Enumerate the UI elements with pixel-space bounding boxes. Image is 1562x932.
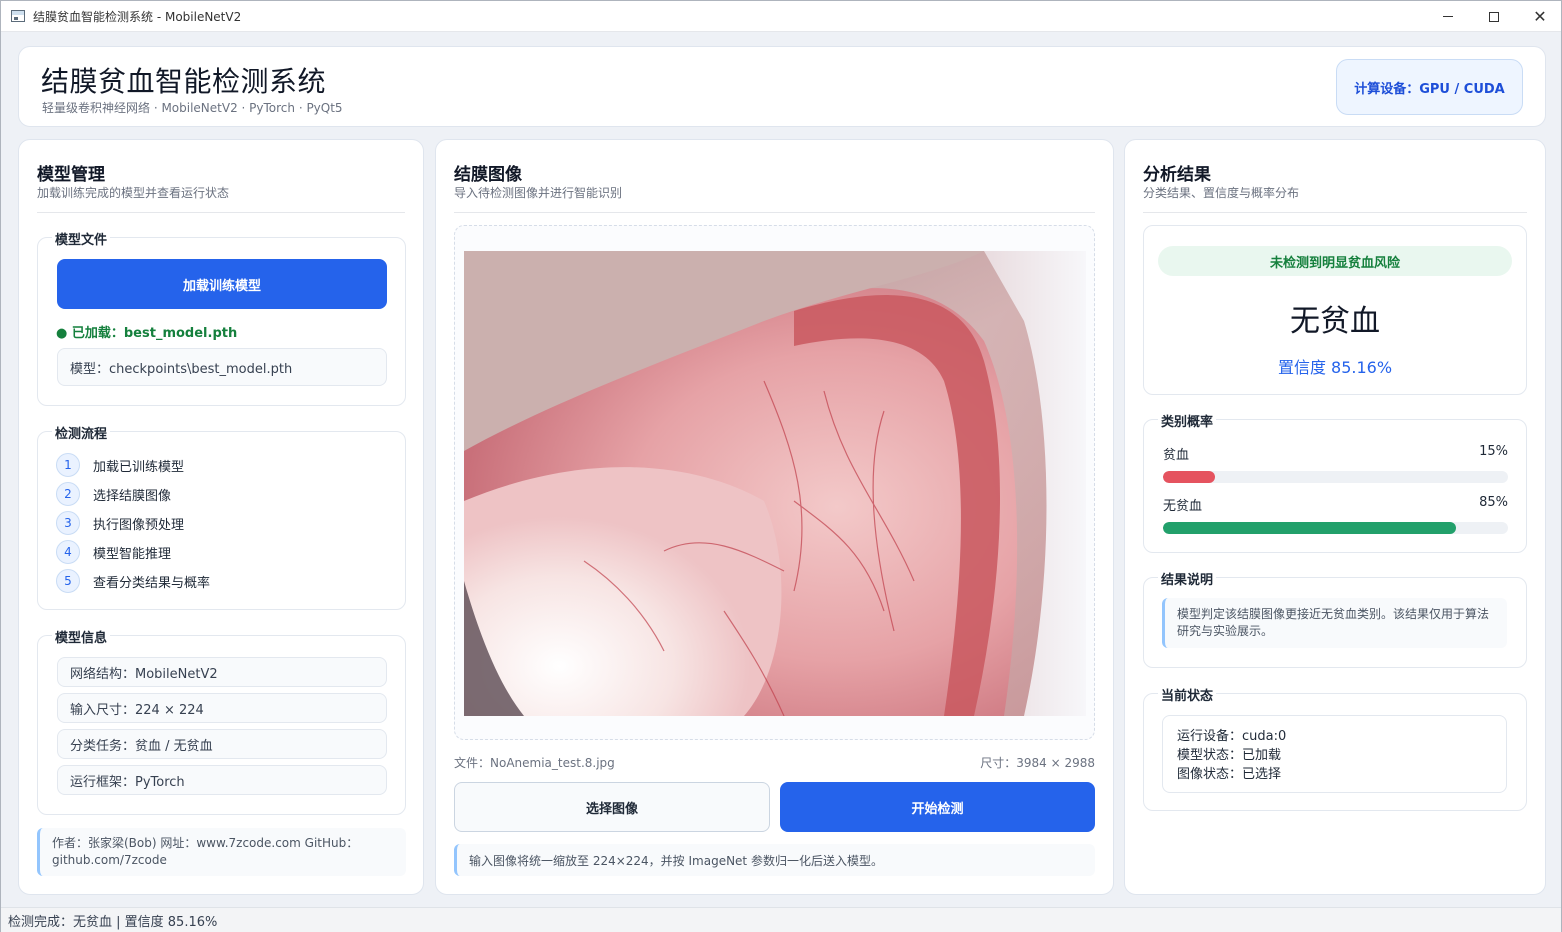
author-note: 作者：张家梁(Bob) 网址：www.7zcode.com GitHub：git… [37,828,406,876]
info-network: 网络结构：MobileNetV2 [57,657,387,687]
image-state: 图像状态：已选择 [1177,767,1282,782]
confidence-label: 置信度 85.16% [1277,358,1393,377]
workflow-step: 3 执行图像预处理 [56,511,184,535]
window-title: 结膜贫血智能检测系统 - MobileNetV2 [33,9,242,24]
close-icon: ✕ [1533,7,1547,26]
select-image-button[interactable]: 选择图像 [454,782,770,832]
probability-group: 类别概率 贫血 15% 无贫血 85% [1143,411,1527,553]
app-title: 结膜贫血智能检测系统 [41,65,327,98]
workflow-step: 2 选择结膜图像 [56,482,171,506]
loaded-status: ● 已加载：best_model.pth [56,326,238,341]
maximize-button[interactable] [1471,1,1517,32]
step-text: 查看分类结果与概率 [93,575,211,591]
preprocess-hint: 输入图像将统一缩放至 224×224，并按 ImageNet 参数归一化后送入模… [454,844,1095,876]
workflow-group: 检测流程 1 加载已训练模型 2 选择结膜图像 3 执行图像预处理 4 模型智能… [37,423,406,610]
class-name: 贫血 [1163,448,1190,463]
info-task: 分类任务：贫血 / 无贫血 [57,729,387,759]
panel-title: 结膜图像 [454,165,522,185]
minimize-button[interactable] [1425,1,1471,32]
status-bar: 检测完成：无贫血 | 置信度 85.16% [1,907,1561,932]
explanation-group: 结果说明 模型判定该结膜图像更接近无贫血类别。该结果仅用于算法研究与实验展示。 [1143,569,1527,668]
class-name: 无贫血 [1163,499,1203,514]
image-size-label: 尺寸：3984 × 2988 [980,756,1095,770]
step-number: 3 [56,511,80,535]
close-button[interactable]: ✕ [1517,1,1562,32]
workflow-step: 1 加载已训练模型 [56,453,184,477]
conjunctiva-photo [464,251,1086,716]
step-number: 5 [56,569,80,593]
image-preview-frame [454,225,1095,740]
panel-title: 模型管理 [37,165,105,185]
info-input-size: 输入尺寸：224 × 224 [57,693,387,723]
maximize-icon [1489,11,1499,22]
model-management-panel: 模型管理 加载训练完成的模型并查看运行状态 模型文件 加载训练模型 ● 已加载：… [18,139,424,895]
panel-title: 分析结果 [1143,165,1211,185]
risk-banner: 未检测到明显贫血风险 [1158,246,1512,276]
step-text: 模型智能推理 [93,546,172,562]
probability-fill [1163,471,1215,483]
model-path-field: 模型：checkpoints\best_model.pth [57,348,387,386]
step-text: 选择结膜图像 [93,488,172,504]
result-label: 无贫血 [1290,304,1380,339]
device-state: 运行设备：cuda:0 [1177,729,1287,744]
app-window: 结膜贫血智能检测系统 - MobileNetV2 ✕ 结膜贫血智能检测系统 轻量… [0,0,1562,932]
probability-fill [1163,522,1457,534]
current-state-group: 当前状态 运行设备：cuda:0 模型状态：已加载 图像状态：已选择 [1143,685,1527,811]
group-label: 模型信息 [52,627,111,646]
group-label: 模型文件 [52,229,111,248]
explanation-text: 模型判定该结膜图像更接近无贫血类别。该结果仅用于算法研究与实验展示。 [1162,598,1507,648]
start-detection-button[interactable]: 开始检测 [780,782,1095,832]
group-label: 检测流程 [52,423,111,442]
panel-subtitle: 分类结果、置信度与概率分布 [1143,186,1300,200]
title-bar: 结膜贫血智能检测系统 - MobileNetV2 ✕ [1,1,1561,32]
conjunctiva-image [464,251,1086,716]
app-subtitle: 轻量级卷积神经网络 · MobileNetV2 · PyTorch · PyQt… [42,101,343,115]
model-file-group: 模型文件 加载训练模型 ● 已加载：best_model.pth 模型：chec… [37,229,406,406]
header-card: 结膜贫血智能检测系统 轻量级卷积神经网络 · MobileNetV2 · PyT… [18,46,1546,127]
workflow-step: 5 查看分类结果与概率 [56,569,210,593]
step-text: 执行图像预处理 [93,517,185,533]
divider [1143,212,1527,213]
load-model-button[interactable]: 加载训练模型 [57,259,387,309]
info-framework: 运行框架：PyTorch [57,765,387,795]
divider [37,212,405,213]
state-box: 运行设备：cuda:0 模型状态：已加载 图像状态：已选择 [1162,715,1507,793]
group-label: 结果说明 [1158,569,1217,588]
step-number: 1 [56,453,80,477]
probability-bar [1163,522,1508,534]
step-number: 4 [56,540,80,564]
panel-subtitle: 加载训练完成的模型并查看运行状态 [37,186,230,200]
group-label: 类别概率 [1158,411,1217,430]
file-name-label: 文件：NoAnemia_test.8.jpg [454,756,615,770]
result-summary: 未检测到明显贫血风险 无贫血 置信度 85.16% [1143,225,1527,395]
minimize-icon [1443,16,1453,17]
class-probability: 15% [1479,444,1508,459]
group-label: 当前状态 [1158,685,1217,704]
divider [454,212,1095,213]
image-panel: 结膜图像 导入待检测图像并进行智能识别 文件：NoAnemia_test.8.j… [435,139,1114,895]
class-probability: 85% [1479,495,1508,510]
step-number: 2 [56,482,80,506]
analysis-panel: 分析结果 分类结果、置信度与概率分布 未检测到明显贫血风险 无贫血 置信度 85… [1124,139,1546,895]
probability-bar [1163,471,1508,483]
status-text: 检测完成：无贫血 | 置信度 85.16% [8,915,218,930]
app-icon [11,10,25,22]
model-state: 模型状态：已加载 [1177,748,1282,763]
device-badge: 计算设备：GPU / CUDA [1336,59,1523,115]
step-text: 加载已训练模型 [93,459,185,475]
panel-subtitle: 导入待检测图像并进行智能识别 [454,186,623,200]
workflow-step: 4 模型智能推理 [56,540,171,564]
model-info-group: 模型信息 网络结构：MobileNetV2 输入尺寸：224 × 224 分类任… [37,627,406,815]
